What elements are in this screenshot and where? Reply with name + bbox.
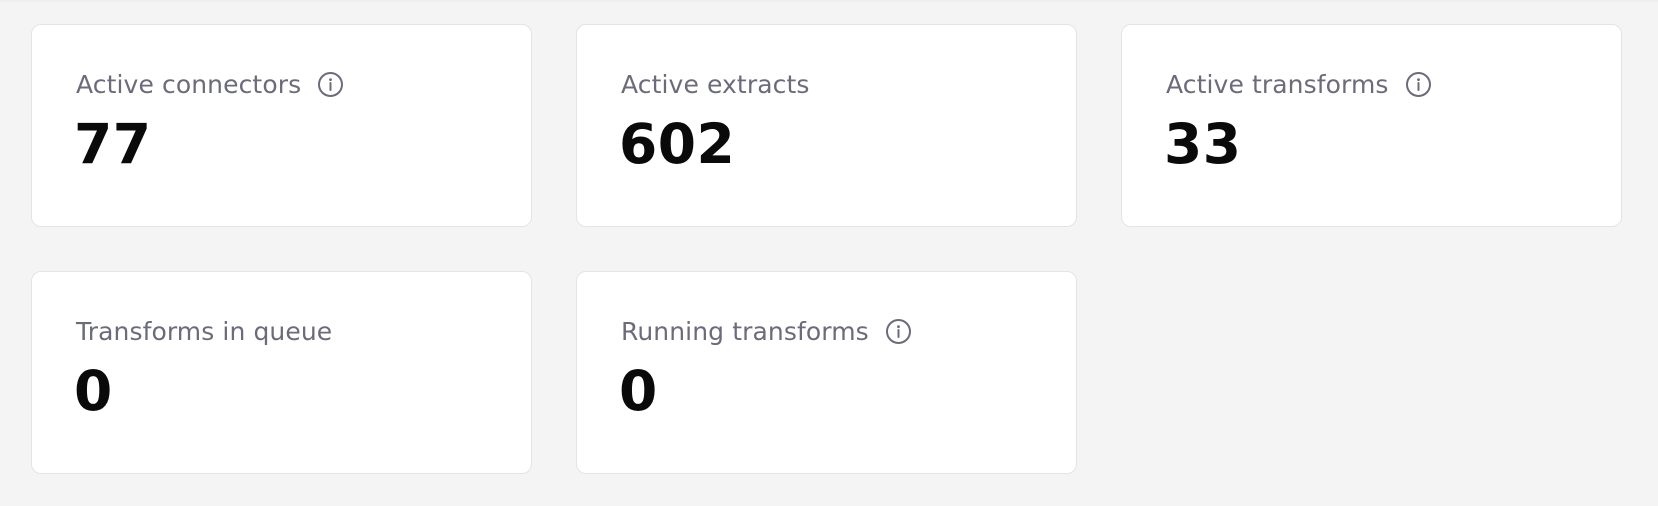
metric-label: Active transforms [1166,69,1389,99]
metric-label-row: Active transforms [1166,67,1432,101]
info-icon[interactable] [885,318,912,345]
metric-label: Active extracts [621,69,810,99]
info-icon[interactable] [1405,71,1432,98]
metric-value: 602 [619,112,736,176]
metric-label: Transforms in queue [76,316,333,346]
metric-label: Running transforms [621,316,869,346]
metrics-grid: Active connectors 77 Active extracts 602… [31,24,1622,474]
metric-card-transforms-in-queue: Transforms in queue 0 [31,271,532,474]
metric-card-active-extracts: Active extracts 602 [576,24,1077,227]
metric-card-active-transforms: Active transforms 33 [1121,24,1622,227]
top-divider [0,0,1658,2]
metric-card-active-connectors: Active connectors 77 [31,24,532,227]
info-icon[interactable] [317,71,344,98]
metric-value: 33 [1164,112,1242,176]
metric-value: 0 [619,359,658,423]
metric-card-running-transforms: Running transforms 0 [576,271,1077,474]
metric-label: Active connectors [76,69,302,99]
metric-value: 0 [74,359,113,423]
metric-label-row: Active connectors [76,67,344,101]
metric-value: 77 [74,112,152,176]
metric-label-row: Active extracts [621,67,810,101]
metric-label-row: Transforms in queue [76,314,332,348]
metric-label-row: Running transforms [621,314,912,348]
